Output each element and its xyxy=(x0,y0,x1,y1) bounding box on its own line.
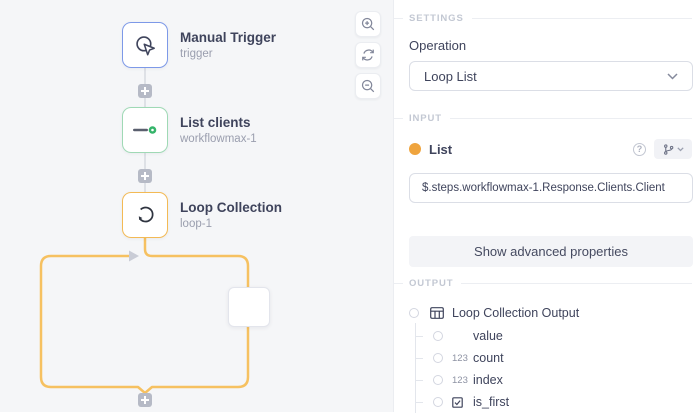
tree-row-count[interactable]: 123 count xyxy=(409,347,692,369)
list-clients-icon-box[interactable] xyxy=(122,107,168,153)
canvas-zoom-controls xyxy=(355,11,381,99)
radio-button[interactable] xyxy=(433,353,443,363)
loop-collection-icon-box[interactable] xyxy=(122,192,168,238)
node-manual-trigger[interactable]: Manual Trigger trigger xyxy=(122,22,276,68)
operation-label: Operation xyxy=(409,38,466,53)
tree-row-is-first[interactable]: is_first xyxy=(409,391,692,413)
loop-path xyxy=(41,238,248,393)
section-divider-settings: SETTINGS xyxy=(394,12,692,25)
help-icon[interactable]: ? xyxy=(633,143,646,156)
number-type-label: 123 xyxy=(452,353,470,364)
section-divider-output: OUTPUT xyxy=(394,277,692,290)
input-property-name: List xyxy=(429,142,452,157)
manual-trigger-icon xyxy=(132,32,158,58)
properties-panel: SETTINGS Operation Loop List INPUT List … xyxy=(393,0,700,412)
radio-button[interactable] xyxy=(433,331,443,341)
radio-button[interactable] xyxy=(433,397,443,407)
tree-node-label: value xyxy=(473,329,503,343)
node-subtitle: loop-1 xyxy=(180,218,282,230)
radio-button[interactable] xyxy=(409,308,419,318)
required-dot xyxy=(409,143,421,155)
reset-view-button[interactable] xyxy=(355,42,381,68)
refresh-icon xyxy=(360,47,376,63)
show-advanced-button[interactable]: Show advanced properties xyxy=(409,236,693,267)
section-label: OUTPUT xyxy=(409,278,453,289)
tree-children: value 123 count 123 index xyxy=(409,325,692,413)
zoom-out-button[interactable] xyxy=(355,73,381,99)
zoom-out-icon xyxy=(360,78,376,94)
output-schema-tree: Loop Collection Output value 123 count 1… xyxy=(409,301,692,413)
chevron-down-icon xyxy=(677,147,684,152)
empty-node-placeholder[interactable] xyxy=(228,287,270,327)
add-step-button[interactable] xyxy=(138,169,152,183)
node-loop-collection[interactable]: Loop Collection loop-1 xyxy=(122,192,282,238)
tree-row-value[interactable]: value xyxy=(409,325,692,347)
tree-row-index[interactable]: 123 index xyxy=(409,369,692,391)
manual-trigger-icon-box[interactable] xyxy=(122,22,168,68)
zoom-in-icon xyxy=(360,16,376,32)
node-subtitle: trigger xyxy=(180,48,276,60)
table-icon xyxy=(430,307,444,319)
node-title: Loop Collection xyxy=(180,200,282,215)
chevron-down-icon xyxy=(667,73,678,80)
add-loop-step-button[interactable] xyxy=(138,393,152,407)
mapping-mode-button[interactable] xyxy=(654,139,692,159)
section-label: INPUT xyxy=(409,113,442,124)
workflow-canvas[interactable]: Manual Trigger trigger List clients work… xyxy=(0,0,393,412)
workflowmax-icon xyxy=(132,124,158,136)
tree-node-label: Loop Collection Output xyxy=(452,306,579,320)
list-jsonpath-input[interactable]: $.steps.workflowmax-1.Response.Clients.C… xyxy=(409,173,693,203)
section-label: SETTINGS xyxy=(409,13,464,24)
loop-icon xyxy=(132,202,158,228)
tree-root-row[interactable]: Loop Collection Output xyxy=(409,301,692,325)
node-list-clients[interactable]: List clients workflowmax-1 xyxy=(122,107,257,153)
node-subtitle: workflowmax-1 xyxy=(180,133,257,145)
tree-node-label: is_first xyxy=(473,395,509,409)
node-title: List clients xyxy=(180,115,257,130)
branch-icon xyxy=(663,144,674,155)
boolean-checkbox-icon xyxy=(452,397,470,408)
zoom-in-button[interactable] xyxy=(355,11,381,37)
section-divider-input: INPUT xyxy=(394,112,692,125)
operation-value: Loop List xyxy=(424,69,477,84)
tree-node-label: count xyxy=(473,351,504,365)
tree-node-label: index xyxy=(473,373,503,387)
number-type-label: 123 xyxy=(452,375,470,386)
add-step-button[interactable] xyxy=(138,84,152,98)
operation-select[interactable]: Loop List xyxy=(409,61,693,91)
radio-button[interactable] xyxy=(433,375,443,385)
loop-flow-arrow-icon xyxy=(129,251,139,262)
node-title: Manual Trigger xyxy=(180,30,276,45)
input-property-row: List ? xyxy=(409,139,692,159)
